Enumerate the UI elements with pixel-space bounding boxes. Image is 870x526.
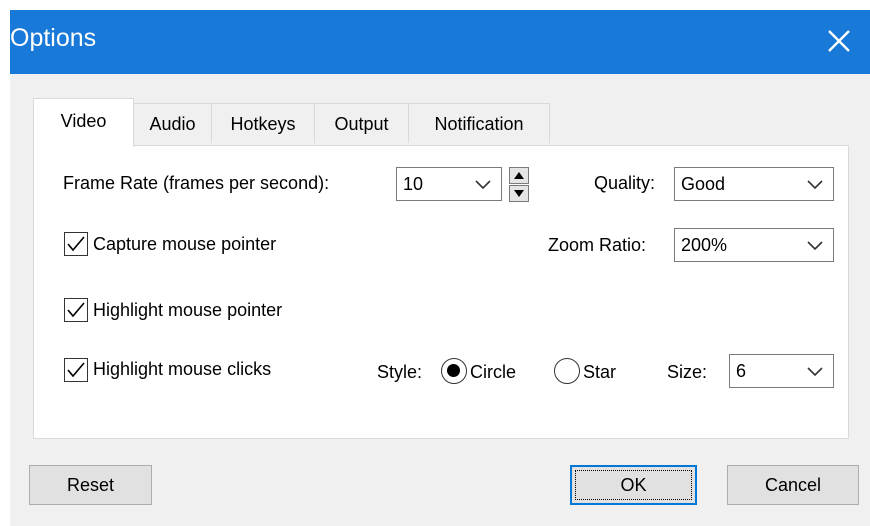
cancel-button[interactable]: Cancel	[727, 465, 859, 505]
tab-video[interactable]: Video	[33, 98, 134, 147]
zoom-ratio-label: Zoom Ratio:	[548, 235, 647, 255]
checkmark-icon	[67, 236, 85, 252]
spin-up-button[interactable]	[509, 167, 529, 184]
quality-value: Good	[681, 174, 726, 194]
arrow-up-icon	[514, 172, 524, 179]
highlight-clicks-checkbox[interactable]	[64, 358, 88, 382]
tab-output[interactable]: Output	[314, 103, 409, 143]
checkmark-icon	[67, 362, 85, 378]
zoom-ratio-combo[interactable]: 200%	[674, 228, 834, 262]
chevron-down-icon	[475, 180, 491, 190]
highlight-pointer-label: Highlight mouse pointer	[93, 300, 283, 320]
title-bar: Options	[10, 10, 870, 74]
spin-down-button[interactable]	[509, 185, 529, 202]
chevron-down-icon	[807, 367, 823, 377]
ok-button[interactable]: OK	[570, 465, 697, 505]
capture-pointer-label: Capture mouse pointer	[93, 234, 277, 254]
capture-pointer-checkbox[interactable]	[64, 232, 88, 256]
tab-notification[interactable]: Notification	[408, 103, 550, 143]
style-circle-radio[interactable]	[441, 358, 467, 384]
style-circle-label: Circle	[470, 362, 517, 382]
chevron-down-icon	[807, 180, 823, 190]
frame-rate-label: Frame Rate (frames per second):	[63, 173, 330, 193]
reset-button[interactable]: Reset	[29, 465, 152, 505]
highlight-clicks-label: Highlight mouse clicks	[93, 359, 272, 379]
window-title: Options	[10, 24, 97, 52]
style-label: Style:	[377, 362, 423, 382]
frame-rate-combo[interactable]: 10	[396, 167, 502, 201]
quality-label: Quality:	[594, 173, 656, 193]
chevron-down-icon	[807, 241, 823, 251]
quality-combo[interactable]: Good	[674, 167, 834, 201]
zoom-ratio-value: 200%	[681, 235, 728, 255]
style-star-radio[interactable]	[554, 358, 580, 384]
checkmark-icon	[67, 302, 85, 318]
close-button[interactable]	[824, 24, 854, 56]
tab-hotkeys[interactable]: Hotkeys	[211, 103, 315, 143]
arrow-down-icon	[514, 190, 524, 197]
video-panel: Frame Rate (frames per second): 10 Quali…	[33, 145, 849, 439]
tab-audio[interactable]: Audio	[133, 103, 212, 143]
close-icon	[828, 30, 850, 52]
dialog-body: Video Audio Hotkeys Output Notification …	[10, 74, 870, 526]
style-star-label: Star	[583, 362, 617, 382]
focus-rectangle	[575, 470, 692, 500]
size-combo[interactable]: 6	[729, 354, 834, 388]
size-label: Size:	[667, 362, 708, 382]
size-value: 6	[736, 361, 747, 381]
radio-selected-dot	[447, 364, 460, 377]
frame-rate-value: 10	[403, 174, 424, 194]
highlight-pointer-checkbox[interactable]	[64, 298, 88, 322]
frame-rate-spinner[interactable]	[509, 167, 529, 203]
